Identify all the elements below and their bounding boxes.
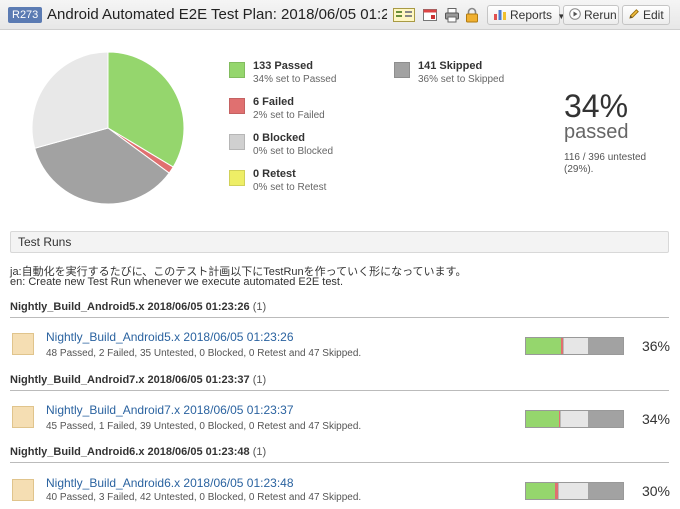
legend-swatch-retest: [229, 170, 245, 186]
progress-untested: [559, 411, 589, 427]
run-group-title: Nightly_Build_Android6.x 2018/06/05 01:2…: [10, 446, 250, 458]
run-stats: 40 Passed, 3 Failed, 42 Untested, 0 Bloc…: [46, 492, 362, 503]
legend-skipped-label: 141 Skipped: [418, 60, 483, 72]
legend-swatch-skipped: [394, 62, 410, 78]
description-en: en: Create new Test Run whenever we exec…: [10, 276, 344, 288]
run-percent: 30%: [641, 483, 670, 499]
run-progress-bar: [525, 410, 624, 428]
legend-swatch-failed: [229, 98, 245, 114]
run-group-count: (1): [252, 374, 267, 386]
legend-retest: 0 Retest 0% set to Retest: [229, 168, 389, 196]
run-group-count: (1): [252, 446, 267, 458]
test-runs-section-header: Test Runs: [10, 231, 669, 253]
run-thumbnail: [12, 406, 34, 428]
rerun-button[interactable]: Rerun: [563, 5, 619, 25]
print-icon[interactable]: [444, 7, 460, 23]
page-title: Android Automated E2E Test Plan: 2018/06…: [47, 6, 387, 23]
legend-passed: 133 Passed 34% set to Passed: [229, 60, 389, 88]
run-percent: 36%: [641, 338, 670, 354]
run-group-header: Nightly_Build_Android6.x 2018/06/05 01:2…: [10, 445, 669, 463]
run-percent: 34%: [641, 411, 670, 427]
run-group-header: Nightly_Build_Android5.x 2018/06/05 01:2…: [10, 300, 669, 318]
progress-untested: [557, 483, 589, 499]
legend-failed-label: 6 Failed: [253, 96, 294, 108]
window-icon[interactable]: [422, 7, 438, 23]
legend-blocked-sub: 0% set to Blocked: [253, 146, 334, 157]
legend-swatch-blocked: [229, 134, 245, 150]
passed-word: passed: [564, 121, 629, 143]
legend-blocked-label: 0 Blocked: [253, 132, 305, 144]
legend-passed-sub: 34% set to Passed: [253, 74, 337, 85]
run-link[interactable]: Nightly_Build_Android7.x 2018/06/05 01:2…: [46, 403, 294, 417]
lock-icon[interactable]: [464, 7, 480, 23]
legend-skipped: 141 Skipped 36% set to Skipped: [394, 60, 554, 88]
bar-chart-icon: [493, 7, 507, 25]
play-icon: [569, 7, 581, 25]
run-progress-bar: [525, 482, 624, 500]
legend-swatch-passed: [229, 62, 245, 78]
progress-skipped: [588, 483, 623, 499]
progress-untested: [562, 338, 589, 354]
run-group-header: Nightly_Build_Android7.x 2018/06/05 01:2…: [10, 373, 669, 391]
progress-skipped: [588, 411, 623, 427]
run-stats: 45 Passed, 1 Failed, 39 Untested, 0 Bloc…: [46, 421, 362, 432]
edit-label: Edit: [643, 8, 664, 22]
progress-passed: [526, 483, 556, 499]
run-thumbnail: [12, 479, 34, 501]
untested-note: 116 / 396 untested (29%).: [564, 152, 647, 175]
passed-percent: 34%: [564, 88, 629, 124]
legend-retest-label: 0 Retest: [253, 168, 296, 180]
rerun-label: Rerun: [584, 8, 617, 22]
legend-skipped-sub: 36% set to Skipped: [418, 74, 505, 85]
legend-failed: 6 Failed 2% set to Failed: [229, 96, 389, 124]
progress-skipped: [588, 338, 623, 354]
status-pie-chart: [31, 51, 185, 205]
legend-failed-sub: 2% set to Failed: [253, 110, 325, 121]
reports-button[interactable]: Reports ▼: [487, 5, 565, 25]
reports-label: Reports: [510, 8, 553, 22]
edit-button[interactable]: Edit: [622, 5, 670, 25]
progress-passed: [526, 338, 562, 354]
legend-blocked: 0 Blocked 0% set to Blocked: [229, 132, 389, 160]
run-stats: 48 Passed, 2 Failed, 35 Untested, 0 Bloc…: [46, 348, 362, 359]
legend-retest-sub: 0% set to Retest: [253, 182, 327, 193]
run-group-title: Nightly_Build_Android7.x 2018/06/05 01:2…: [10, 374, 250, 386]
progress-passed: [526, 411, 560, 427]
run-progress-bar: [525, 337, 624, 355]
columns-icon[interactable]: [393, 7, 415, 23]
run-id-badge: R273: [8, 7, 43, 23]
run-thumbnail: [12, 333, 34, 355]
legend-passed-label: 133 Passed: [253, 60, 313, 72]
page-header: R273 Android Automated E2E Test Plan: 20…: [0, 0, 680, 30]
run-link[interactable]: Nightly_Build_Android5.x 2018/06/05 01:2…: [46, 330, 294, 344]
pencil-icon: [628, 7, 640, 25]
run-group-count: (1): [252, 301, 267, 313]
run-link[interactable]: Nightly_Build_Android6.x 2018/06/05 01:2…: [46, 476, 294, 490]
run-group-title: Nightly_Build_Android5.x 2018/06/05 01:2…: [10, 301, 250, 313]
